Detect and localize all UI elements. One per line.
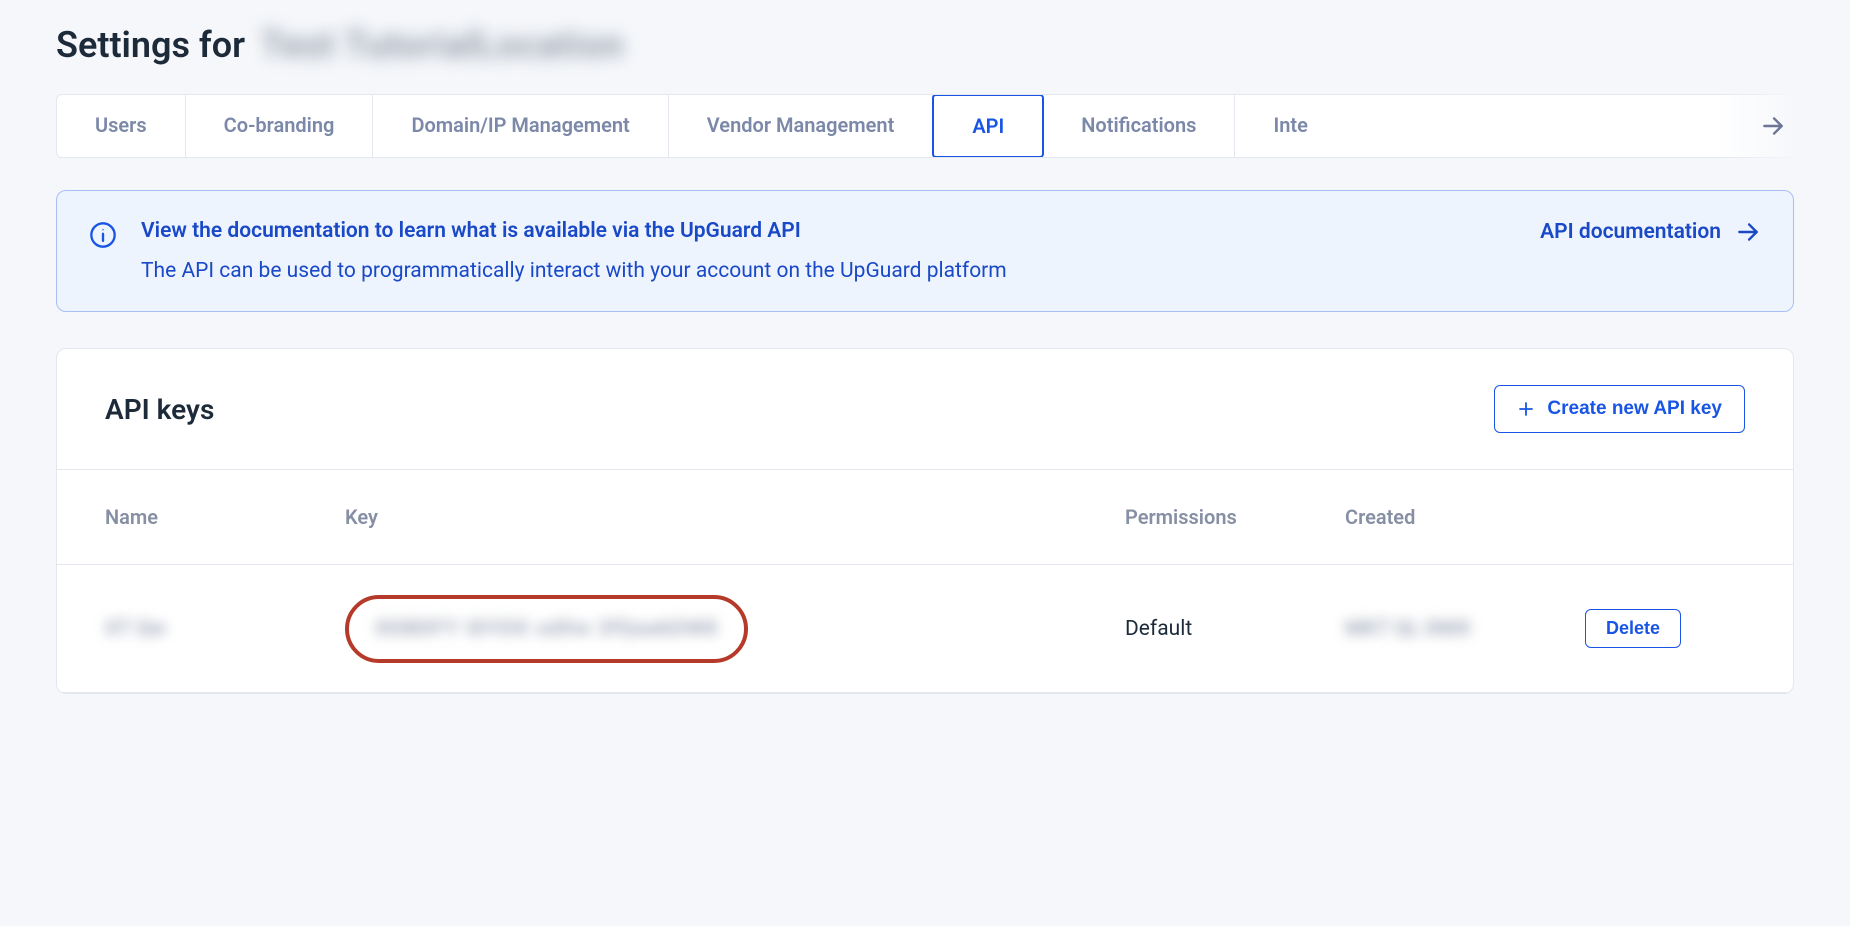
- create-api-key-label: Create new API key: [1547, 398, 1722, 420]
- api-documentation-link[interactable]: API documentation: [1540, 219, 1761, 245]
- tab-api[interactable]: API: [932, 94, 1044, 158]
- api-key-value-cell: XDBDFY IDYDX sdXw 3fQaakDW8: [345, 595, 1125, 663]
- tabs-container: Users Co-branding Domain/IP Management V…: [56, 94, 1794, 158]
- info-banner-description: The API can be used to programmatically …: [141, 259, 1516, 283]
- page-title-row: Settings for Test TutorialLocation: [56, 24, 1794, 66]
- tab-co-branding[interactable]: Co-branding: [186, 95, 374, 157]
- org-name-redacted: Test TutorialLocation: [261, 24, 624, 66]
- api-keys-title: API keys: [105, 393, 214, 426]
- info-text: View the documentation to learn what is …: [141, 219, 1516, 283]
- col-key: Key: [345, 505, 1125, 529]
- api-key-name-redacted: XT Qw: [105, 617, 166, 641]
- delete-api-key-button[interactable]: Delete: [1585, 609, 1681, 648]
- tab-vendor-management[interactable]: Vendor Management: [669, 95, 934, 157]
- api-key-row: XT Qw XDBDFY IDYDX sdXw 3fQaakDW8 Defaul…: [57, 565, 1793, 693]
- col-permissions: Permissions: [1125, 505, 1345, 529]
- tab-notifications[interactable]: Notifications: [1043, 95, 1235, 157]
- tabs: Users Co-branding Domain/IP Management V…: [56, 94, 1794, 158]
- api-keys-table-header: Name Key Permissions Created: [57, 469, 1793, 565]
- tab-users[interactable]: Users: [57, 95, 186, 157]
- create-api-key-button[interactable]: Create new API key: [1494, 385, 1745, 433]
- api-keys-card: API keys Create new API key Name Key Per…: [56, 348, 1794, 694]
- api-key-permissions: Default: [1125, 617, 1345, 641]
- arrow-right-icon: [1735, 219, 1761, 245]
- api-info-banner: View the documentation to learn what is …: [56, 190, 1794, 312]
- api-key-actions: Delete: [1585, 609, 1745, 648]
- page-title: Settings for: [56, 24, 245, 66]
- api-documentation-link-label: API documentation: [1540, 220, 1721, 244]
- info-banner-title: View the documentation to learn what is …: [141, 219, 1516, 243]
- api-keys-header: API keys Create new API key: [57, 349, 1793, 469]
- plus-icon: [1517, 400, 1535, 418]
- col-created: Created: [1345, 505, 1585, 529]
- tab-domain-ip-management[interactable]: Domain/IP Management: [373, 95, 668, 157]
- api-key-value-redacted: XDBDFY IDYDX sdXw 3fQaakDW8: [375, 617, 718, 641]
- info-icon: [89, 221, 117, 249]
- api-key-created: MKT QL DMX: [1345, 617, 1585, 641]
- col-name: Name: [105, 505, 345, 529]
- api-key-created-redacted: MKT QL DMX: [1345, 617, 1471, 641]
- api-key-highlight-oval: XDBDFY IDYDX sdXw 3fQaakDW8: [345, 595, 748, 663]
- tab-integrations-partial[interactable]: Inte: [1235, 95, 1345, 157]
- api-key-name: XT Qw: [105, 617, 345, 641]
